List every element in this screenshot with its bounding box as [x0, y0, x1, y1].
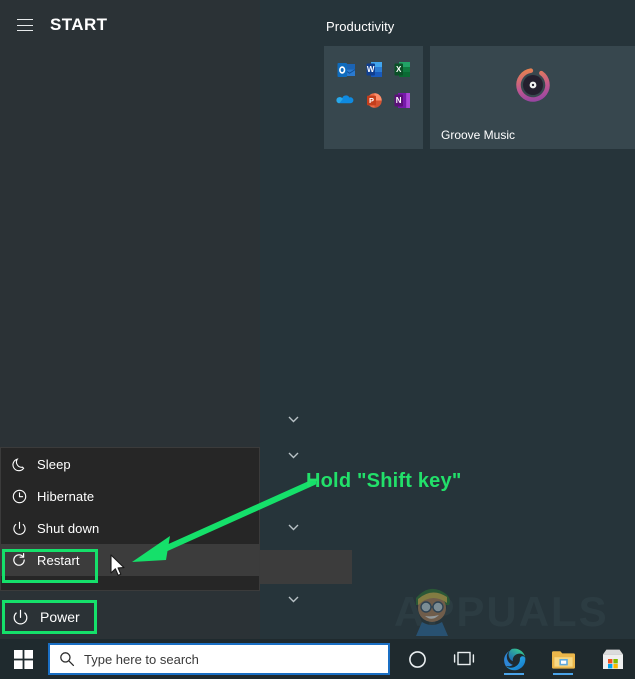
active-indicator — [504, 673, 524, 675]
active-indicator — [553, 673, 573, 675]
start-button[interactable] — [5, 641, 42, 677]
taskbar: Type here to search — [0, 639, 635, 679]
annotation-text: Hold "Shift key" — [306, 470, 462, 492]
power-menu-label: Sleep — [37, 456, 71, 472]
power-menu-label: Shut down — [37, 520, 100, 536]
excel-icon[interactable]: X — [388, 54, 416, 85]
power-button-label: Power — [40, 609, 80, 625]
onedrive-icon[interactable] — [332, 85, 360, 116]
svg-text:N: N — [395, 96, 401, 105]
power-menu-item-restart[interactable]: Restart — [1, 544, 259, 576]
restart-row-hover-extension — [260, 550, 352, 584]
power-icon — [0, 609, 40, 626]
svg-text:W: W — [366, 65, 374, 74]
power-menu-item-shut-down[interactable]: Shut down — [1, 512, 259, 544]
start-menu-header: START — [0, 0, 260, 50]
power-icon — [1, 521, 37, 536]
onenote-icon[interactable]: N — [388, 85, 416, 116]
svg-text:P: P — [368, 96, 373, 105]
microsoft-store-icon[interactable] — [596, 643, 630, 675]
power-flyout-menu: Sleep Hibernate Shut down Restart — [0, 447, 260, 591]
cortana-icon[interactable] — [400, 643, 434, 675]
powerpoint-icon[interactable]: P — [360, 85, 388, 116]
svg-text:X: X — [396, 65, 402, 74]
start-title: START — [50, 15, 108, 34]
office-apps-tile[interactable]: W X P N — [324, 46, 423, 149]
moon-icon — [1, 457, 37, 472]
restart-icon — [1, 552, 37, 568]
groove-music-tile[interactable]: Groove Music — [430, 46, 635, 149]
hamburger-icon[interactable] — [17, 19, 33, 31]
power-menu-item-hibernate[interactable]: Hibernate — [1, 480, 259, 512]
edge-icon[interactable] — [497, 643, 531, 675]
start-menu: START ngli... Productivity — [0, 0, 635, 639]
task-view-icon[interactable] — [447, 643, 481, 675]
groove-music-label: Groove Music — [441, 128, 516, 142]
clock-icon — [1, 489, 37, 504]
power-menu-label: Restart — [37, 552, 80, 568]
outlook-icon[interactable] — [332, 54, 360, 85]
power-button[interactable]: Power — [0, 600, 112, 634]
power-menu-item-sleep[interactable]: Sleep — [1, 448, 259, 480]
windows-logo-icon — [14, 649, 33, 669]
tile-group-title: Productivity — [326, 19, 395, 34]
power-menu-label: Hibernate — [37, 488, 95, 504]
search-placeholder: Type here to search — [84, 651, 199, 667]
file-explorer-icon[interactable] — [546, 643, 580, 675]
search-icon — [50, 651, 84, 667]
search-input[interactable]: Type here to search — [48, 643, 390, 675]
tiles-pane: Productivity W X P N Groove Music — [260, 0, 635, 639]
groove-music-icon — [514, 66, 552, 104]
word-icon[interactable]: W — [360, 54, 388, 85]
